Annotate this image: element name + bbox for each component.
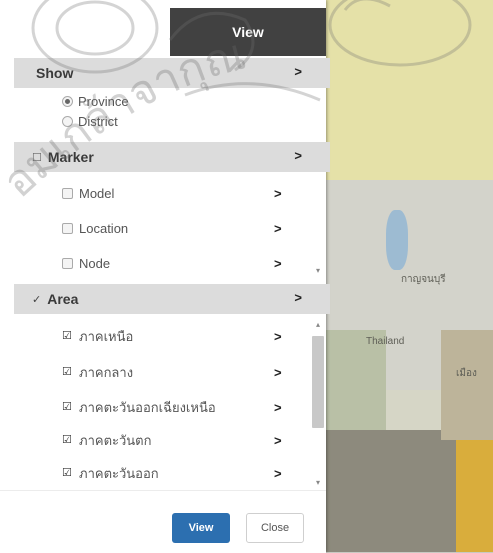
checkbox-icon[interactable] (62, 222, 73, 234)
radio-dot-icon[interactable] (62, 115, 73, 127)
chevron-right-icon[interactable]: > (274, 256, 282, 271)
section-marker[interactable]: ☐ Marker > (14, 142, 330, 172)
view-button[interactable]: View (172, 513, 230, 543)
chevron-right-icon[interactable]: > (274, 433, 282, 448)
checkbox-checked-icon[interactable]: ☑ (62, 366, 73, 378)
radio-district[interactable]: District (62, 112, 262, 130)
section-area[interactable]: ✓ Area > (14, 284, 330, 314)
background-map[interactable]: กาญจนบุรี Thailand เมือง (326, 0, 493, 552)
tab-view[interactable]: View (170, 8, 326, 56)
marker-item-label: Node (79, 255, 111, 271)
section-area-title: Area (47, 291, 79, 307)
chevron-right-icon[interactable]: > (294, 148, 302, 163)
area-item-central[interactable]: ☑ ภาคกลาง > (62, 360, 302, 384)
area-item-label: ภาคกลาง (79, 364, 134, 380)
area-item-label: ภาคเหนือ (79, 328, 134, 344)
radio-province-label: Province (78, 93, 129, 109)
map-label-kanchanaburi: กาญจนบุรี (401, 274, 446, 285)
marker-item-label: Model (79, 185, 115, 201)
chevron-right-icon[interactable]: > (274, 365, 282, 380)
area-item-label: ภาคตะวันออก (79, 465, 159, 481)
map-region-tan (441, 330, 493, 440)
checkbox-checked-icon[interactable]: ☑ (62, 401, 73, 413)
radio-province[interactable]: Province (62, 92, 262, 110)
checkbox-checked-icon[interactable]: ☑ (62, 467, 73, 479)
chevron-right-icon[interactable]: > (274, 221, 282, 236)
map-region-dark (326, 430, 456, 552)
panel-footer: View Close (0, 490, 326, 553)
chevron-right-icon[interactable]: > (274, 329, 282, 344)
section-marker-title: Marker (47, 149, 94, 165)
checkbox-icon[interactable] (62, 257, 73, 269)
area-item-north[interactable]: ☑ ภาคเหนือ > (62, 324, 302, 348)
chevron-right-icon[interactable]: > (274, 400, 282, 415)
area-item-northeast[interactable]: ☑ ภาคตะวันออกเฉียงเหนือ > (62, 395, 302, 419)
chevron-right-icon[interactable]: > (274, 466, 282, 481)
map-lake (386, 210, 408, 270)
area-item-label: ภาคตะวันออกเฉียงเหนือ (79, 399, 216, 415)
scroll-down-arrow-icon[interactable]: ▾ (316, 478, 320, 487)
section-show-title: Show (36, 65, 74, 81)
scroll-up-arrow-icon[interactable]: ▴ (316, 320, 320, 329)
marker-item-location[interactable]: Location > (62, 216, 302, 240)
marker-item-node[interactable]: Node > (62, 251, 302, 275)
area-item-east[interactable]: ☑ ภาคตะวันออก > (62, 461, 302, 485)
chevron-right-icon[interactable]: > (294, 290, 302, 305)
close-button[interactable]: Close (246, 513, 304, 543)
area-item-west[interactable]: ☑ ภาคตะวันตก > (62, 428, 302, 452)
checkbox-icon[interactable] (62, 187, 73, 199)
checkmark-icon[interactable]: ✓ (32, 293, 41, 306)
map-control-panel: View Show > Province District ☐ Marker >… (0, 0, 330, 553)
marker-item-model[interactable]: Model > (62, 181, 302, 205)
checkbox-checked-icon[interactable]: ☑ (62, 434, 73, 446)
map-region-yellow (326, 0, 493, 200)
scroll-down-arrow-icon[interactable]: ▾ (316, 266, 320, 275)
chevron-right-icon[interactable]: > (294, 64, 302, 79)
panel-tabs: View (0, 0, 326, 56)
area-item-label: ภาคตะวันตก (79, 432, 152, 448)
section-show[interactable]: Show > (14, 58, 330, 88)
map-label-city: เมือง (456, 368, 477, 379)
area-list-scrollbar[interactable] (312, 336, 324, 428)
map-region-orange (456, 440, 493, 552)
tab-left[interactable] (0, 8, 170, 56)
radio-dot-icon[interactable] (62, 95, 73, 107)
checkbox-icon[interactable]: ☐ (32, 151, 42, 164)
map-label-country: Thailand (366, 336, 405, 347)
checkbox-checked-icon[interactable]: ☑ (62, 330, 73, 342)
radio-district-label: District (78, 113, 118, 129)
marker-item-label: Location (79, 220, 129, 236)
chevron-right-icon[interactable]: > (274, 186, 282, 201)
